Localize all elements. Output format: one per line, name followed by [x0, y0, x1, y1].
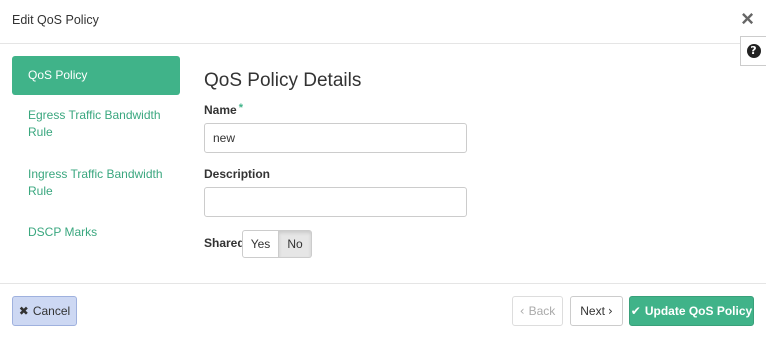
modal-title: Edit QoS Policy [12, 13, 99, 27]
next-button[interactable]: Next › [570, 296, 623, 326]
shared-no-button[interactable]: No [279, 230, 312, 258]
modal-header: Edit QoS Policy × ? [0, 0, 766, 66]
cancel-button[interactable]: ✖ Cancel [12, 296, 77, 326]
required-marker: * [238, 102, 243, 114]
check-icon: ✔ [630, 304, 641, 318]
chevron-left-icon: ‹ [519, 304, 525, 318]
update-qos-policy-button[interactable]: ✔ Update QoS Policy [629, 296, 754, 326]
modal-footer: ✖ Cancel ‹ Back Next › ✔ Update QoS Poli… [0, 283, 766, 338]
nav-item-ingress-rule[interactable]: Ingress Traffic Bandwidth Rule [12, 166, 180, 200]
chevron-right-icon: › [607, 304, 613, 318]
name-label-text: Name [204, 103, 237, 117]
question-icon: ? [746, 44, 761, 58]
workflow-nav: QoS Policy Egress Traffic Bandwidth Rule… [12, 56, 180, 239]
name-input[interactable] [204, 123, 467, 153]
next-label: Next [580, 304, 605, 318]
back-button[interactable]: ‹ Back [512, 296, 563, 326]
description-input[interactable] [204, 187, 467, 217]
nav-item-dscp-marks[interactable]: DSCP Marks [12, 224, 180, 241]
cancel-label: Cancel [32, 304, 71, 318]
edit-qos-policy-modal: Edit QoS Policy × ? QoS Policy Egress Tr… [0, 0, 766, 338]
description-label: Description [204, 167, 271, 181]
update-label: Update QoS Policy [644, 304, 753, 318]
section-title: QoS Policy Details [204, 70, 362, 91]
shared-yes-button[interactable]: Yes [242, 230, 279, 258]
back-label: Back [528, 304, 556, 318]
nav-item-egress-rule[interactable]: Egress Traffic Bandwidth Rule [12, 107, 180, 141]
close-icon: ✖ [18, 304, 29, 318]
shared-label: Shared [204, 236, 245, 250]
close-icon[interactable]: × [741, 8, 754, 30]
shared-toggle: Yes No [242, 230, 312, 258]
help-button[interactable]: ? [740, 36, 766, 66]
nav-item-qos-policy[interactable]: QoS Policy [12, 56, 180, 95]
name-label: Name * [204, 102, 243, 117]
